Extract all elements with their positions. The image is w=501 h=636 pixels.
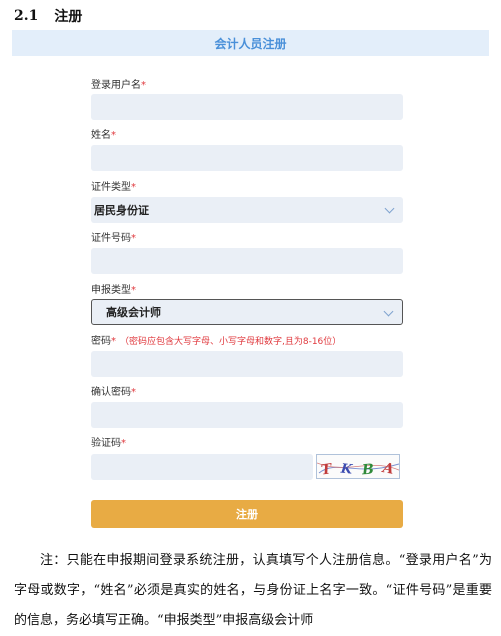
required-mark: *	[141, 80, 146, 91]
section-number: 2.1	[14, 8, 39, 24]
section-heading: 2.1 注册	[14, 6, 82, 26]
required-mark: *	[131, 387, 136, 398]
form-title: 会计人员注册	[214, 36, 287, 51]
id-type-select[interactable]: 居民身份证	[91, 197, 403, 223]
apply-type-value: 高级会计师	[106, 306, 161, 319]
password-input[interactable]	[91, 351, 403, 377]
register-button[interactable]: 注册	[91, 500, 403, 528]
id-type-label: 证件类型*	[91, 182, 136, 193]
captcha-image[interactable]: T K B A	[316, 454, 400, 479]
required-mark: *	[131, 285, 136, 296]
svg-text:A: A	[380, 460, 396, 478]
instruction-note: 注：只能在申报期间登录系统注册，认真填写个人注册信息。“登录用户名”为字母或数字…	[14, 553, 492, 628]
confirm-password-input[interactable]	[91, 402, 403, 428]
required-mark: *	[111, 130, 116, 141]
apply-type-label: 申报类型*	[91, 285, 136, 296]
captcha-label: 验证码*	[91, 438, 126, 449]
confirm-password-label: 确认密码*	[91, 387, 136, 398]
apply-type-select[interactable]: 高级会计师	[91, 299, 403, 325]
id-type-value: 居民身份证	[94, 204, 149, 217]
username-label: 登录用户名*	[91, 80, 146, 91]
svg-text:B: B	[361, 462, 375, 479]
svg-text:K: K	[339, 461, 353, 477]
svg-text:T: T	[320, 461, 334, 479]
register-button-label: 注册	[236, 508, 258, 521]
section-title: 注册	[54, 9, 83, 25]
name-label: 姓名*	[91, 130, 116, 141]
required-mark: *	[131, 233, 136, 244]
chevron-down-icon	[384, 203, 395, 214]
required-mark: *	[121, 438, 126, 449]
captcha-graphic: T K B A	[317, 460, 399, 479]
password-label: 密码* （密码应包含大写字母、小写字母和数字,且为8-16位）	[91, 336, 342, 347]
form-title-banner: 会计人员注册	[12, 30, 489, 56]
id-number-input[interactable]	[91, 248, 403, 274]
password-hint: （密码应包含大写字母、小写字母和数字,且为8-16位）	[120, 337, 342, 347]
required-mark: *	[111, 336, 116, 347]
id-number-label: 证件号码*	[91, 233, 136, 244]
name-input[interactable]	[91, 145, 403, 171]
required-mark: *	[131, 182, 136, 193]
username-input[interactable]	[91, 94, 403, 120]
captcha-input[interactable]	[91, 454, 313, 480]
chevron-down-icon	[383, 306, 394, 317]
